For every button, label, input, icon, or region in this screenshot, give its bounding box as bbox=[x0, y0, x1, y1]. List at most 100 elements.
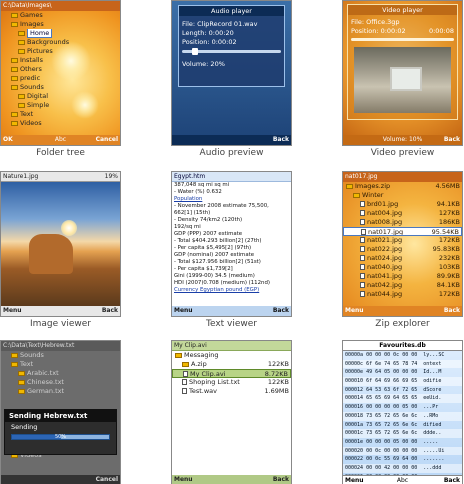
list-item[interactable]: Sounds bbox=[1, 83, 120, 92]
item-size: 95.83KB bbox=[432, 245, 460, 253]
item-label: Text bbox=[20, 360, 34, 368]
hex-row: 000018 73 65 72 65 6e 6c ..RMo bbox=[343, 411, 462, 421]
list-item[interactable]: German.txt bbox=[1, 387, 120, 396]
hex-row: 00000c 6f 6e 74 65 78 74 ontext bbox=[343, 359, 462, 369]
back-softkey[interactable]: Back bbox=[273, 306, 289, 316]
slider-knob[interactable] bbox=[191, 48, 198, 55]
list-item[interactable]: nat008.jpg 186KB bbox=[343, 218, 462, 227]
list-item[interactable]: Winter bbox=[343, 191, 462, 200]
video-player-panel: Video player File: Office.3gp Position: … bbox=[347, 4, 458, 120]
back-softkey[interactable]: Back bbox=[273, 475, 289, 484]
list-item[interactable]: Videos bbox=[1, 119, 120, 128]
file-icon bbox=[360, 237, 365, 243]
list-item[interactable]: Text bbox=[1, 110, 120, 119]
list-item[interactable]: Messaging bbox=[172, 351, 291, 360]
zip-explorer-screen: nat017.jpg Images.zip 4.56MB Winter brd01.j… bbox=[342, 171, 463, 317]
list-item[interactable]: Chinese.txt bbox=[1, 378, 120, 387]
list-item[interactable]: Images bbox=[1, 20, 120, 29]
list-item[interactable]: Simple bbox=[1, 101, 120, 110]
item-label: Sounds bbox=[20, 351, 44, 359]
list-item[interactable]: nat042.jpg 84.1KB bbox=[343, 281, 462, 290]
image-canvas[interactable] bbox=[1, 182, 120, 306]
list-item[interactable]: nat044.jpg 172KB bbox=[343, 290, 462, 299]
text-line: - Water (%) 0.632 bbox=[174, 189, 222, 195]
list-item[interactable]: nat017.jpg 95.54KB bbox=[343, 227, 462, 236]
caption: Audio preview bbox=[199, 148, 264, 158]
list-item[interactable]: brd01.jpg 94.1KB bbox=[343, 200, 462, 209]
hex-row: 00000e 49 64 05 00 00 00 Id...M bbox=[345, 369, 442, 376]
send-progress-bar: 50% bbox=[11, 434, 110, 440]
item-label: nat004.jpg bbox=[367, 209, 403, 217]
input-mode-indicator: Abc bbox=[54, 136, 67, 143]
list-item[interactable]: A.zip 122KB bbox=[172, 360, 291, 369]
text-line: Gini (1999-00) 34.5 (medium) bbox=[174, 273, 255, 279]
list-item[interactable]: Games bbox=[1, 11, 120, 20]
menu-softkey[interactable]: Menu bbox=[174, 306, 193, 316]
hex-row: 000012 64 53 63 6f 72 65 dScore bbox=[345, 386, 442, 393]
folder-icon bbox=[11, 111, 18, 117]
folder-icon bbox=[11, 66, 18, 72]
item-label: Chinese.txt bbox=[27, 378, 64, 386]
cancel-softkey[interactable]: Cancel bbox=[96, 475, 118, 484]
caption: Image viewer bbox=[29, 319, 91, 329]
selected-file-title: nat017.jpg bbox=[343, 172, 462, 182]
list-item[interactable]: nat022.jpg 95.83KB bbox=[343, 245, 462, 254]
volume-indicator: Volume: 10% bbox=[382, 136, 423, 143]
list-item[interactable]: Home bbox=[1, 29, 120, 38]
folder-icon bbox=[18, 30, 25, 36]
list-item[interactable]: Images.zip 4.56MB bbox=[343, 182, 462, 191]
hex-row: 00001e 00 00 00 05 00 00 ..... bbox=[345, 438, 439, 445]
item-size: 95.54KB bbox=[431, 228, 459, 236]
list-item[interactable]: Arabic.txt bbox=[1, 369, 120, 378]
panel-title: Audio player bbox=[179, 6, 284, 16]
audio-player-panel: Audio player File: ClipRecord 01.wav Len… bbox=[178, 5, 285, 87]
list-item[interactable]: Installs bbox=[1, 56, 120, 65]
folder-tree-screen: C:\Data\Images\ Games Images Home Backgroun… bbox=[0, 0, 121, 146]
caption: Text viewer bbox=[205, 319, 258, 329]
list-item[interactable]: Digital bbox=[1, 92, 120, 101]
messaging-list: Messaging A.zip 122KB My Clip.avi 8.72KB Shop… bbox=[172, 351, 291, 475]
back-softkey[interactable]: Back bbox=[273, 135, 289, 145]
back-softkey[interactable]: Back bbox=[444, 306, 460, 316]
messaging-cell: My Clip.avi Messaging A.zip 122KB My Clip.a… bbox=[171, 340, 292, 484]
text-link[interactable]: Currency Egyptian pound (EGP) bbox=[172, 287, 291, 294]
file-icon bbox=[182, 379, 187, 385]
back-softkey[interactable]: Back bbox=[102, 306, 118, 316]
list-item[interactable]: Pictures bbox=[1, 47, 120, 56]
audio-preview-screen: Audio player File: ClipRecord 01.wav Len… bbox=[171, 0, 292, 146]
list-item[interactable]: nat041.jpg 89.9KB bbox=[343, 272, 462, 281]
softkey-bar: Menu Back bbox=[172, 306, 291, 316]
list-item[interactable]: nat024.jpg 232KB bbox=[343, 254, 462, 263]
text-line: - Density 74/km2 (120th) bbox=[174, 217, 243, 223]
file-icon bbox=[360, 291, 365, 297]
list-item[interactable]: My Clip.avi 8.72KB bbox=[172, 369, 291, 378]
menu-softkey[interactable]: Menu bbox=[174, 475, 193, 484]
folder-icon bbox=[346, 183, 353, 189]
hex-dump: 00000a 00 00 00 0c 00 00 ly...SC 00000c 6… bbox=[343, 351, 462, 475]
item-label: Images.zip bbox=[355, 182, 391, 190]
list-item[interactable]: Sounds bbox=[1, 351, 120, 360]
list-item[interactable]: Text bbox=[1, 360, 120, 369]
position-slider[interactable] bbox=[182, 48, 281, 55]
folder-icon bbox=[11, 12, 18, 18]
hex-row: 00001c 73 65 72 65 6e 6c ddde.. bbox=[343, 429, 462, 438]
folder-icon bbox=[11, 120, 18, 126]
item-size: 84.1KB bbox=[436, 281, 460, 289]
hex-row: 000010 6f 64 69 66 69 65 odifie bbox=[343, 377, 462, 386]
list-item[interactable]: nat004.jpg 127KB bbox=[343, 209, 462, 218]
item-size: 232KB bbox=[438, 254, 460, 262]
position-slider[interactable] bbox=[351, 38, 454, 41]
list-item[interactable]: nat040.jpg 103KB bbox=[343, 263, 462, 272]
list-item[interactable]: nat021.jpg 172KB bbox=[343, 236, 462, 245]
list-item[interactable]: predic bbox=[1, 74, 120, 83]
hex-row: 000024 00 00 42 00 00 00 ...ddd bbox=[343, 463, 462, 473]
menu-softkey[interactable]: Menu bbox=[345, 306, 364, 316]
text-link[interactable]: Population bbox=[172, 196, 291, 203]
list-item[interactable]: Backgrounds bbox=[1, 38, 120, 47]
item-label: nat040.jpg bbox=[367, 263, 403, 271]
menu-softkey[interactable]: Menu bbox=[3, 306, 22, 316]
list-item[interactable]: Others bbox=[1, 65, 120, 74]
list-item[interactable]: Shoping List.txt 122KB bbox=[172, 378, 291, 387]
text-line: 662[1] (15th) bbox=[174, 210, 211, 216]
list-item[interactable]: Test.wav 1.69MB bbox=[172, 387, 291, 396]
